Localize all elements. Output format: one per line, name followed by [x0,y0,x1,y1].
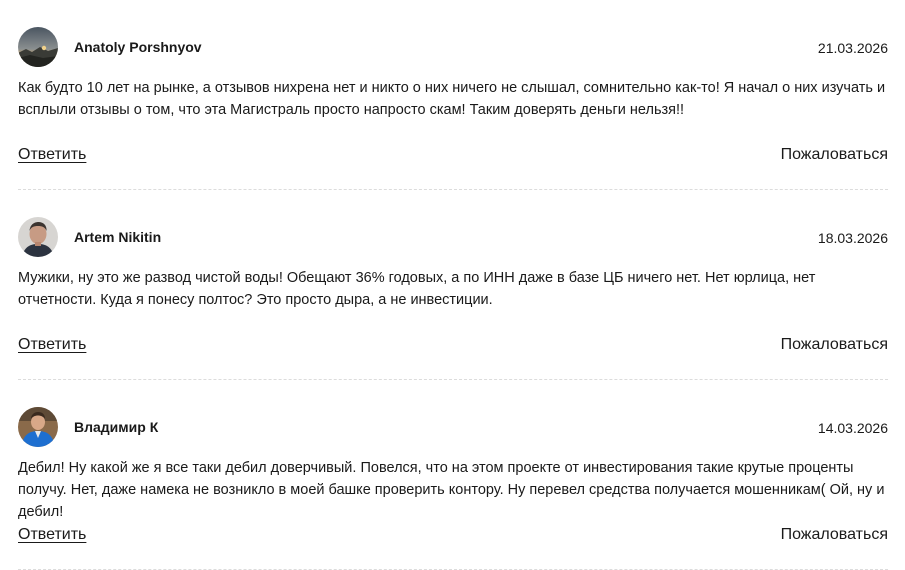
avatar[interactable] [18,27,58,67]
comment-text: Дебил! Ну какой же я все таки дебил дове… [18,460,885,520]
report-link[interactable]: Пожаловаться [781,335,888,355]
report-link[interactable]: Пожаловаться [781,145,888,165]
comment-item: Anatoly Porshnyov 21.03.2026 Как будто 1… [18,0,888,190]
comment-text: Как будто 10 лет на рынке, а отзывов них… [18,80,886,118]
comments-list: Anatoly Porshnyov 21.03.2026 Как будто 1… [18,0,888,570]
author-name: Anatoly Porshnyov [74,39,202,55]
man-portrait-avatar-icon [18,217,58,257]
comment-date: 14.03.2026 [817,420,888,436]
comment-date: 18.03.2026 [817,230,888,246]
author-name: Владимир К [74,419,159,435]
author-name: Artem Nikitin [74,229,162,245]
avatar[interactable] [18,217,58,257]
comment-item: Artem Nikitin 18.03.2026 Мужики, ну это … [18,190,888,380]
avatar[interactable] [18,407,58,447]
comment-item: Владимир К 14.03.2026 Дебил! Ну какой же… [18,380,888,570]
comment-text: Мужики, ну это же развод чистой воды! Об… [18,270,816,308]
landscape-photo-avatar-icon [18,27,58,67]
man-in-blue-jacket-avatar-icon [18,407,58,447]
reply-link[interactable]: Ответить [18,145,86,165]
comment-date: 21.03.2026 [817,40,888,56]
reply-link[interactable]: Ответить [18,525,86,545]
report-link[interactable]: Пожаловаться [781,525,888,545]
reply-link[interactable]: Ответить [18,335,86,355]
